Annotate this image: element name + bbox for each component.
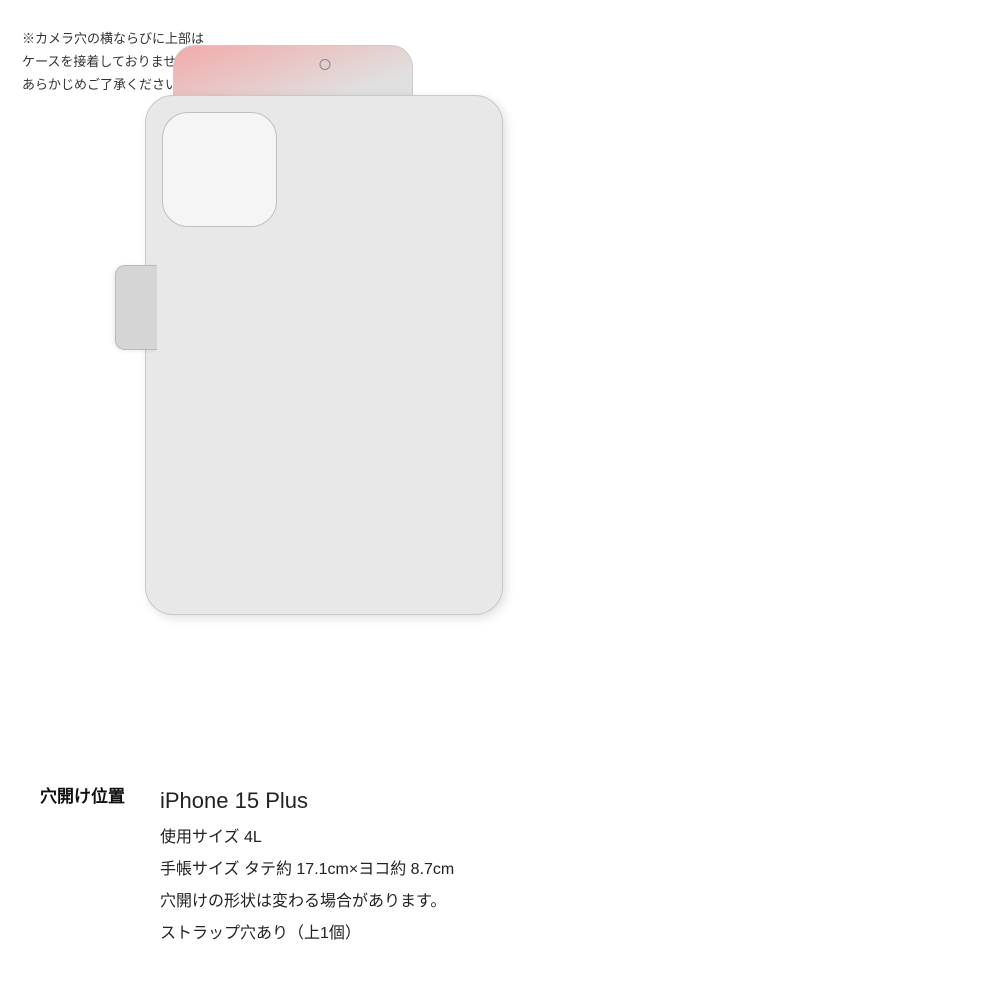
hole-position-label: 穴開け位置 [40, 780, 140, 807]
size-label: 使用サイズ 4L [160, 822, 454, 854]
page-container: ※カメラ穴の横ならびに上部は ケースを接着しておりません。 あらかじめご了承くだ… [0, 0, 1000, 1000]
side-strap-tab [115, 265, 157, 350]
case-illustration [50, 20, 600, 670]
case-wrapper [115, 45, 535, 645]
strap-hole [320, 59, 331, 70]
camera-cutout [162, 112, 277, 227]
phone-case-body [145, 95, 503, 615]
strap-note: ストラップ穴あり（上1個） [160, 918, 454, 950]
shape-note: 穴開けの形状は変わる場合があります。 [160, 886, 454, 918]
fold-top [173, 45, 413, 100]
device-name: iPhone 15 Plus [160, 780, 454, 822]
dimensions-label: 手帳サイズ タテ約 17.1cm×ヨコ約 8.7cm [160, 854, 454, 886]
specs-block: iPhone 15 Plus 使用サイズ 4L 手帳サイズ タテ約 17.1cm… [160, 780, 454, 950]
info-section: 穴開け位置 iPhone 15 Plus 使用サイズ 4L 手帳サイズ タテ約 … [40, 780, 970, 950]
